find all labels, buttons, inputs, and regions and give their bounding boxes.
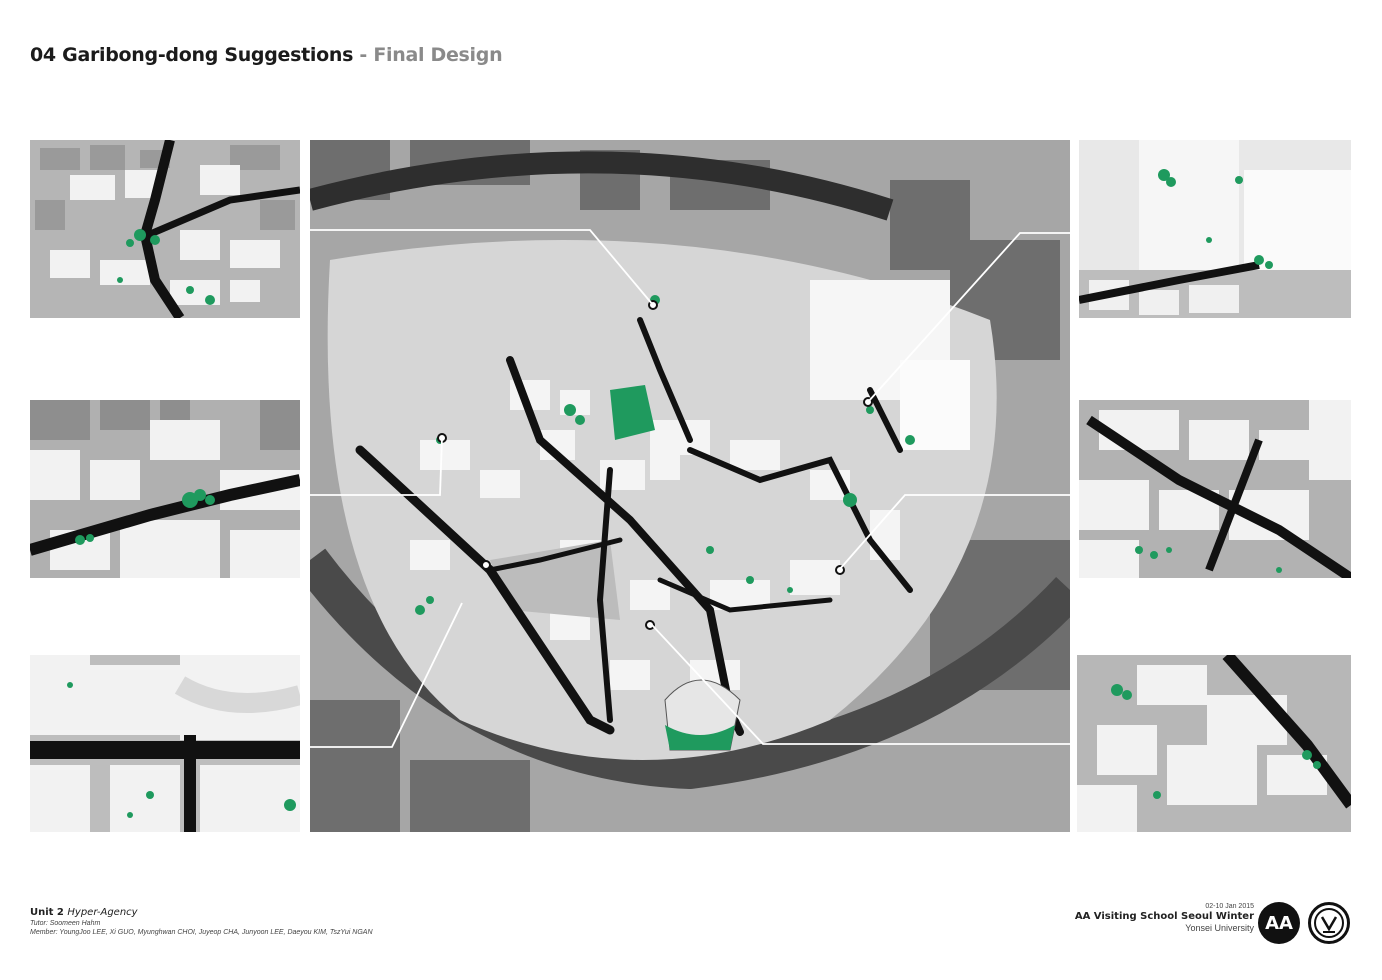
- detail-view-left-2: [30, 400, 300, 578]
- school-name: AA Visiting School Seoul Winter: [1074, 911, 1254, 922]
- detail-view-left-3: [30, 655, 300, 832]
- title-main: 04 Garibong-dong Suggestions: [30, 44, 354, 66]
- yonsei-seal-icon: [1308, 902, 1350, 944]
- detail-view-right-2: [1079, 400, 1351, 578]
- members-text: Member: YoungJoo LEE, Xi GUO, Myunghwan …: [30, 929, 373, 936]
- aerial-site-plan: [310, 140, 1070, 832]
- title-subtitle: Final Design: [373, 44, 503, 66]
- school-info: 02-10 Jan 2015 AA Visiting School Seoul …: [1075, 903, 1254, 933]
- unit-label: Unit 2: [30, 907, 64, 918]
- unit-name: Hyper-Agency: [67, 907, 138, 918]
- detail-view-right-3: [1077, 655, 1351, 832]
- aa-logo: AA: [1258, 902, 1300, 944]
- detail-view-right-1: [1079, 140, 1351, 318]
- tutor-text: Tutor: Soomeen Hahm: [30, 920, 101, 927]
- university-name: Yonsei University: [1185, 923, 1254, 933]
- title-separator: -: [353, 44, 374, 66]
- unit-line: Unit 2 Hyper-Agency: [30, 907, 373, 918]
- date-text: 02-10 Jan 2015: [1205, 903, 1254, 910]
- credits: Unit 2 Hyper-Agency Tutor: Soomeen Hahm …: [30, 907, 373, 936]
- detail-view-left-1: [30, 140, 300, 318]
- page-title: 04 Garibong-dong Suggestions - Final Des…: [30, 44, 503, 66]
